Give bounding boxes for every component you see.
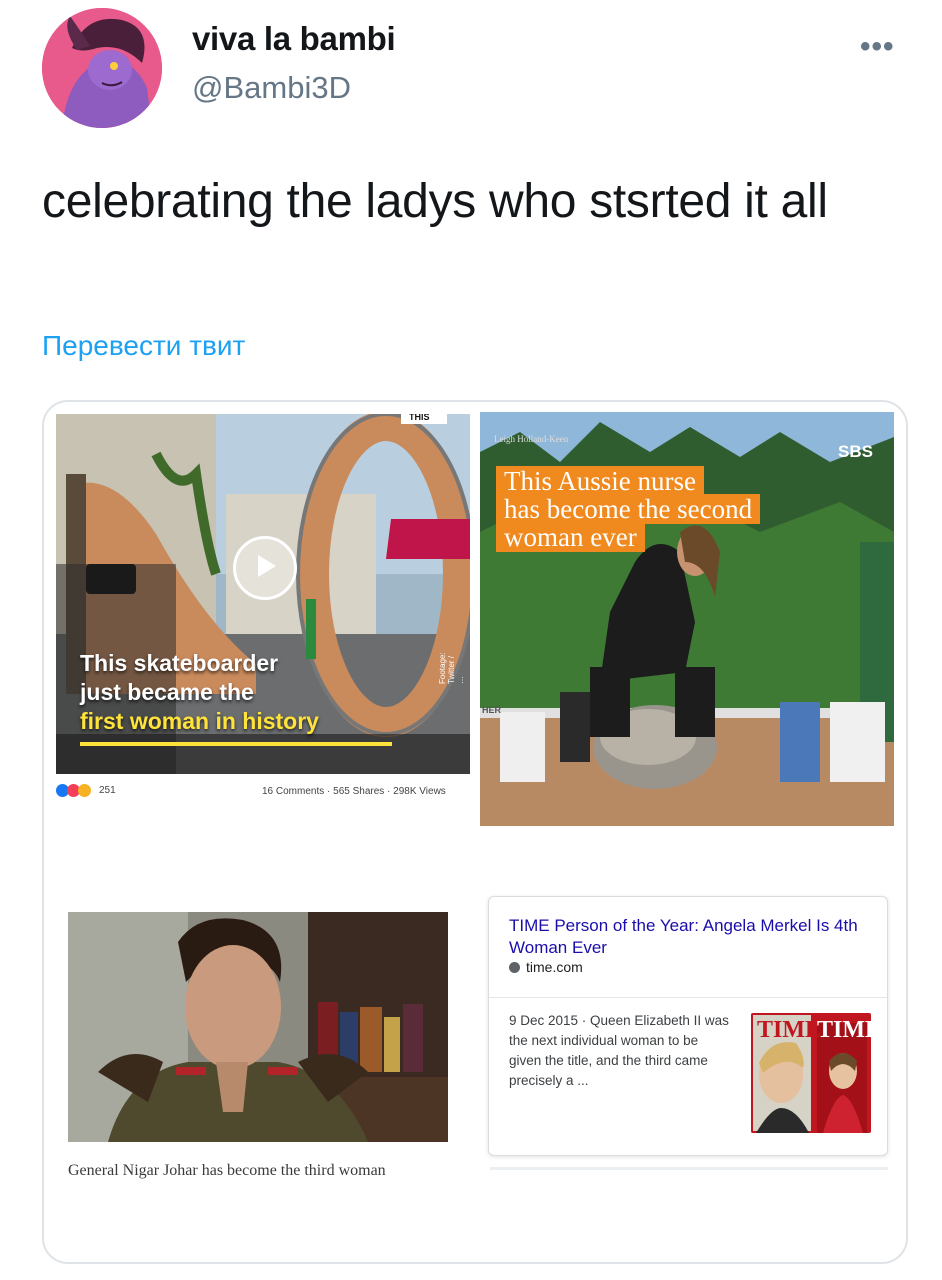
reactions-row: 251	[56, 784, 116, 797]
avatar[interactable]	[42, 8, 162, 128]
result-title-link[interactable]: TIME Person of the Year: Angela Merkel I…	[509, 915, 869, 959]
footage-credit: Footage: Twitter / …	[438, 652, 465, 684]
time-covers-thumbnail[interactable]: TIME TIME	[751, 1013, 871, 1133]
result-source[interactable]: time.com	[509, 959, 583, 975]
nurse-caption-line1: This Aussie nurse	[496, 466, 704, 496]
user-handle[interactable]: @Bambi3D	[192, 70, 351, 106]
sbs-logo: SBS	[838, 442, 873, 461]
nurse-strongwoman-image[interactable]: Leigh Holland-Keen SBS This Aussie nurse…	[480, 412, 894, 826]
globe-icon	[509, 961, 520, 973]
translate-tweet-link[interactable]: Перевести твит	[42, 330, 245, 362]
nurse-caption-line3: woman ever	[496, 522, 645, 552]
tweet-text: celebrating the ladys who stsrted it all	[42, 175, 828, 228]
reactions-count: 251	[99, 785, 116, 796]
display-name[interactable]: viva la bambi	[192, 20, 396, 58]
time-cover-text-1: TIME	[757, 1017, 822, 1043]
time-cover-text-2: TIME	[817, 1017, 871, 1043]
play-button-icon[interactable]	[233, 536, 297, 600]
skate-caption-line3: first woman in history	[80, 708, 319, 734]
result-source-domain: time.com	[526, 959, 583, 975]
banner-text: HER	[482, 705, 502, 715]
general-nigar-image[interactable]	[68, 912, 448, 1142]
result-snippet: 9 Dec 2015 · Queen Elizabeth II was the …	[509, 1013, 729, 1088]
photo-credit: Leigh Holland-Keen	[494, 434, 569, 444]
skate-caption-line2: just became the	[80, 679, 254, 705]
skate-caption-line1: This skateboarder	[80, 650, 279, 676]
nigar-caption: General Nigar Johar has become the third…	[68, 1162, 386, 1179]
wow-icon	[78, 784, 91, 797]
nurse-caption-line2: has become the second	[496, 494, 761, 524]
more-options-icon[interactable]: •••	[860, 30, 895, 64]
video-stats: 16 Comments · 565 Shares · 298K Views	[262, 786, 446, 797]
tweet-media[interactable]: THIS This skateboarder just became the f…	[42, 400, 908, 1264]
skateboarder-video-image[interactable]: THIS This skateboarder just became the f…	[56, 414, 470, 774]
search-result-card[interactable]: TIME Person of the Year: Angela Merkel I…	[488, 896, 888, 1156]
result-separator	[490, 1167, 888, 1170]
card-divider	[489, 997, 887, 998]
sign-text: THIS	[409, 414, 430, 422]
